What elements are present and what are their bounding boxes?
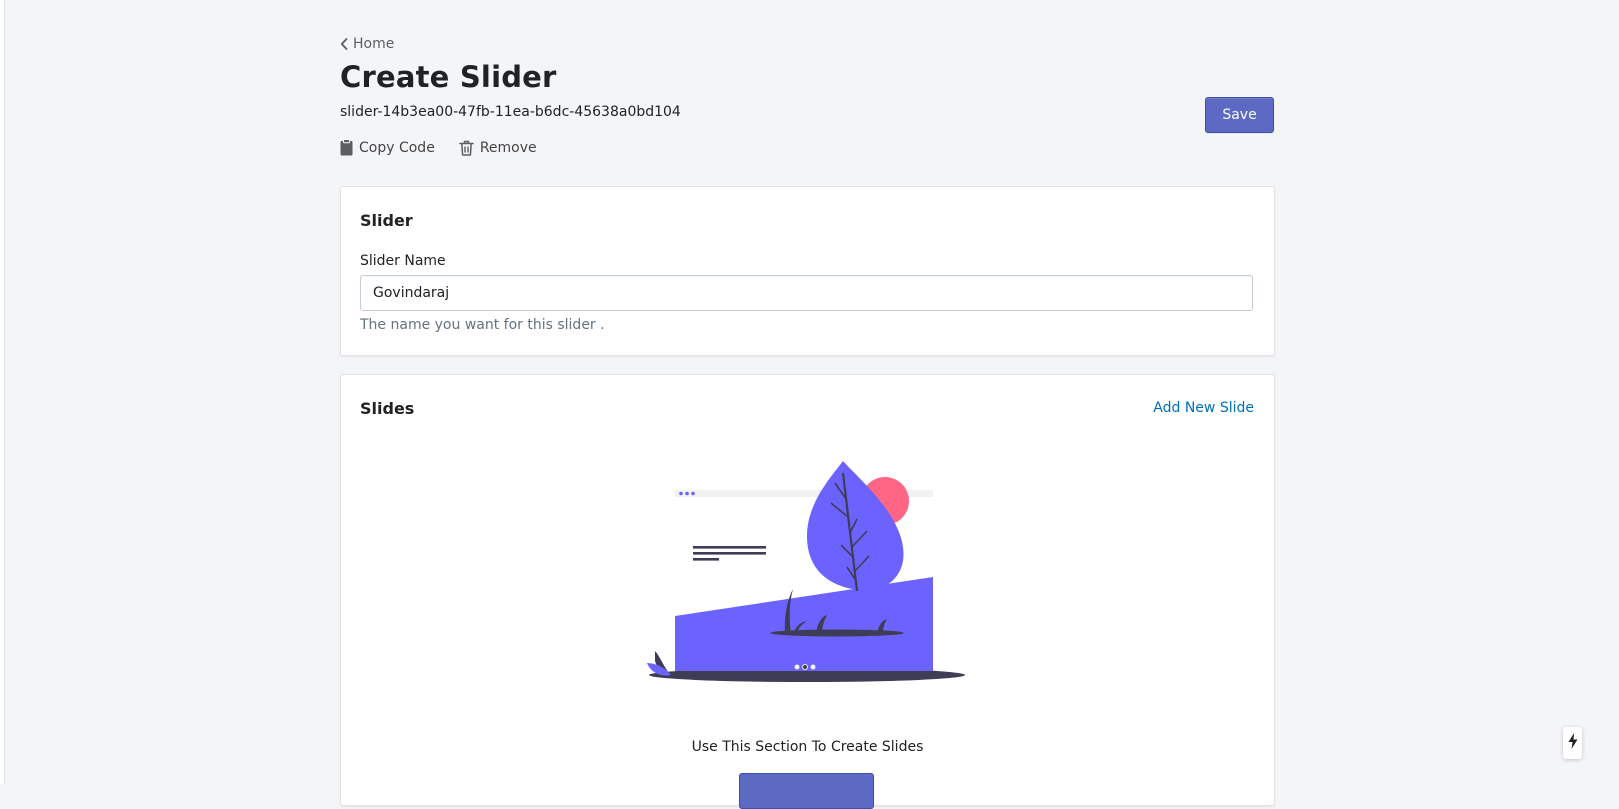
chevron-left-icon (340, 38, 348, 50)
breadcrumb-label: Home (353, 36, 395, 52)
empty-slides-illustration (641, 461, 973, 695)
slider-card-title: Slider (360, 211, 413, 230)
slider-name-help-text: The name you want for this slider . (360, 317, 605, 333)
copy-code-label: Copy Code (359, 139, 435, 156)
lightning-bolt-icon (1568, 733, 1578, 753)
page-title: Create Slider (340, 60, 557, 94)
slider-name-label: Slider Name (360, 253, 446, 269)
clipboard-icon (340, 139, 353, 156)
copy-code-button[interactable]: Copy Code (340, 139, 435, 156)
slider-name-input[interactable] (360, 275, 1253, 311)
breadcrumb[interactable]: Home (340, 36, 394, 52)
create-slide-button[interactable] (739, 773, 874, 809)
quick-action-button[interactable] (1563, 727, 1582, 759)
remove-label: Remove (479, 139, 537, 156)
window-edge (0, 0, 5, 784)
trash-icon (459, 140, 474, 156)
slides-card: Slides Add New Slide Use This Section To… (340, 374, 1275, 809)
page-actions: Copy Code Remove (340, 139, 537, 156)
slider-card: Slider Slider Name The name you want for… (340, 186, 1275, 356)
remove-button[interactable]: Remove (459, 139, 537, 156)
add-new-slide-link[interactable]: Add New Slide (1153, 400, 1254, 416)
empty-slides-text: Use This Section To Create Slides (691, 739, 924, 755)
slides-card-title: Slides (360, 399, 415, 418)
slider-id-text: slider-14b3ea00-47fb-11ea-b6dc-45638a0bd… (340, 104, 681, 120)
save-button[interactable]: Save (1205, 97, 1274, 133)
